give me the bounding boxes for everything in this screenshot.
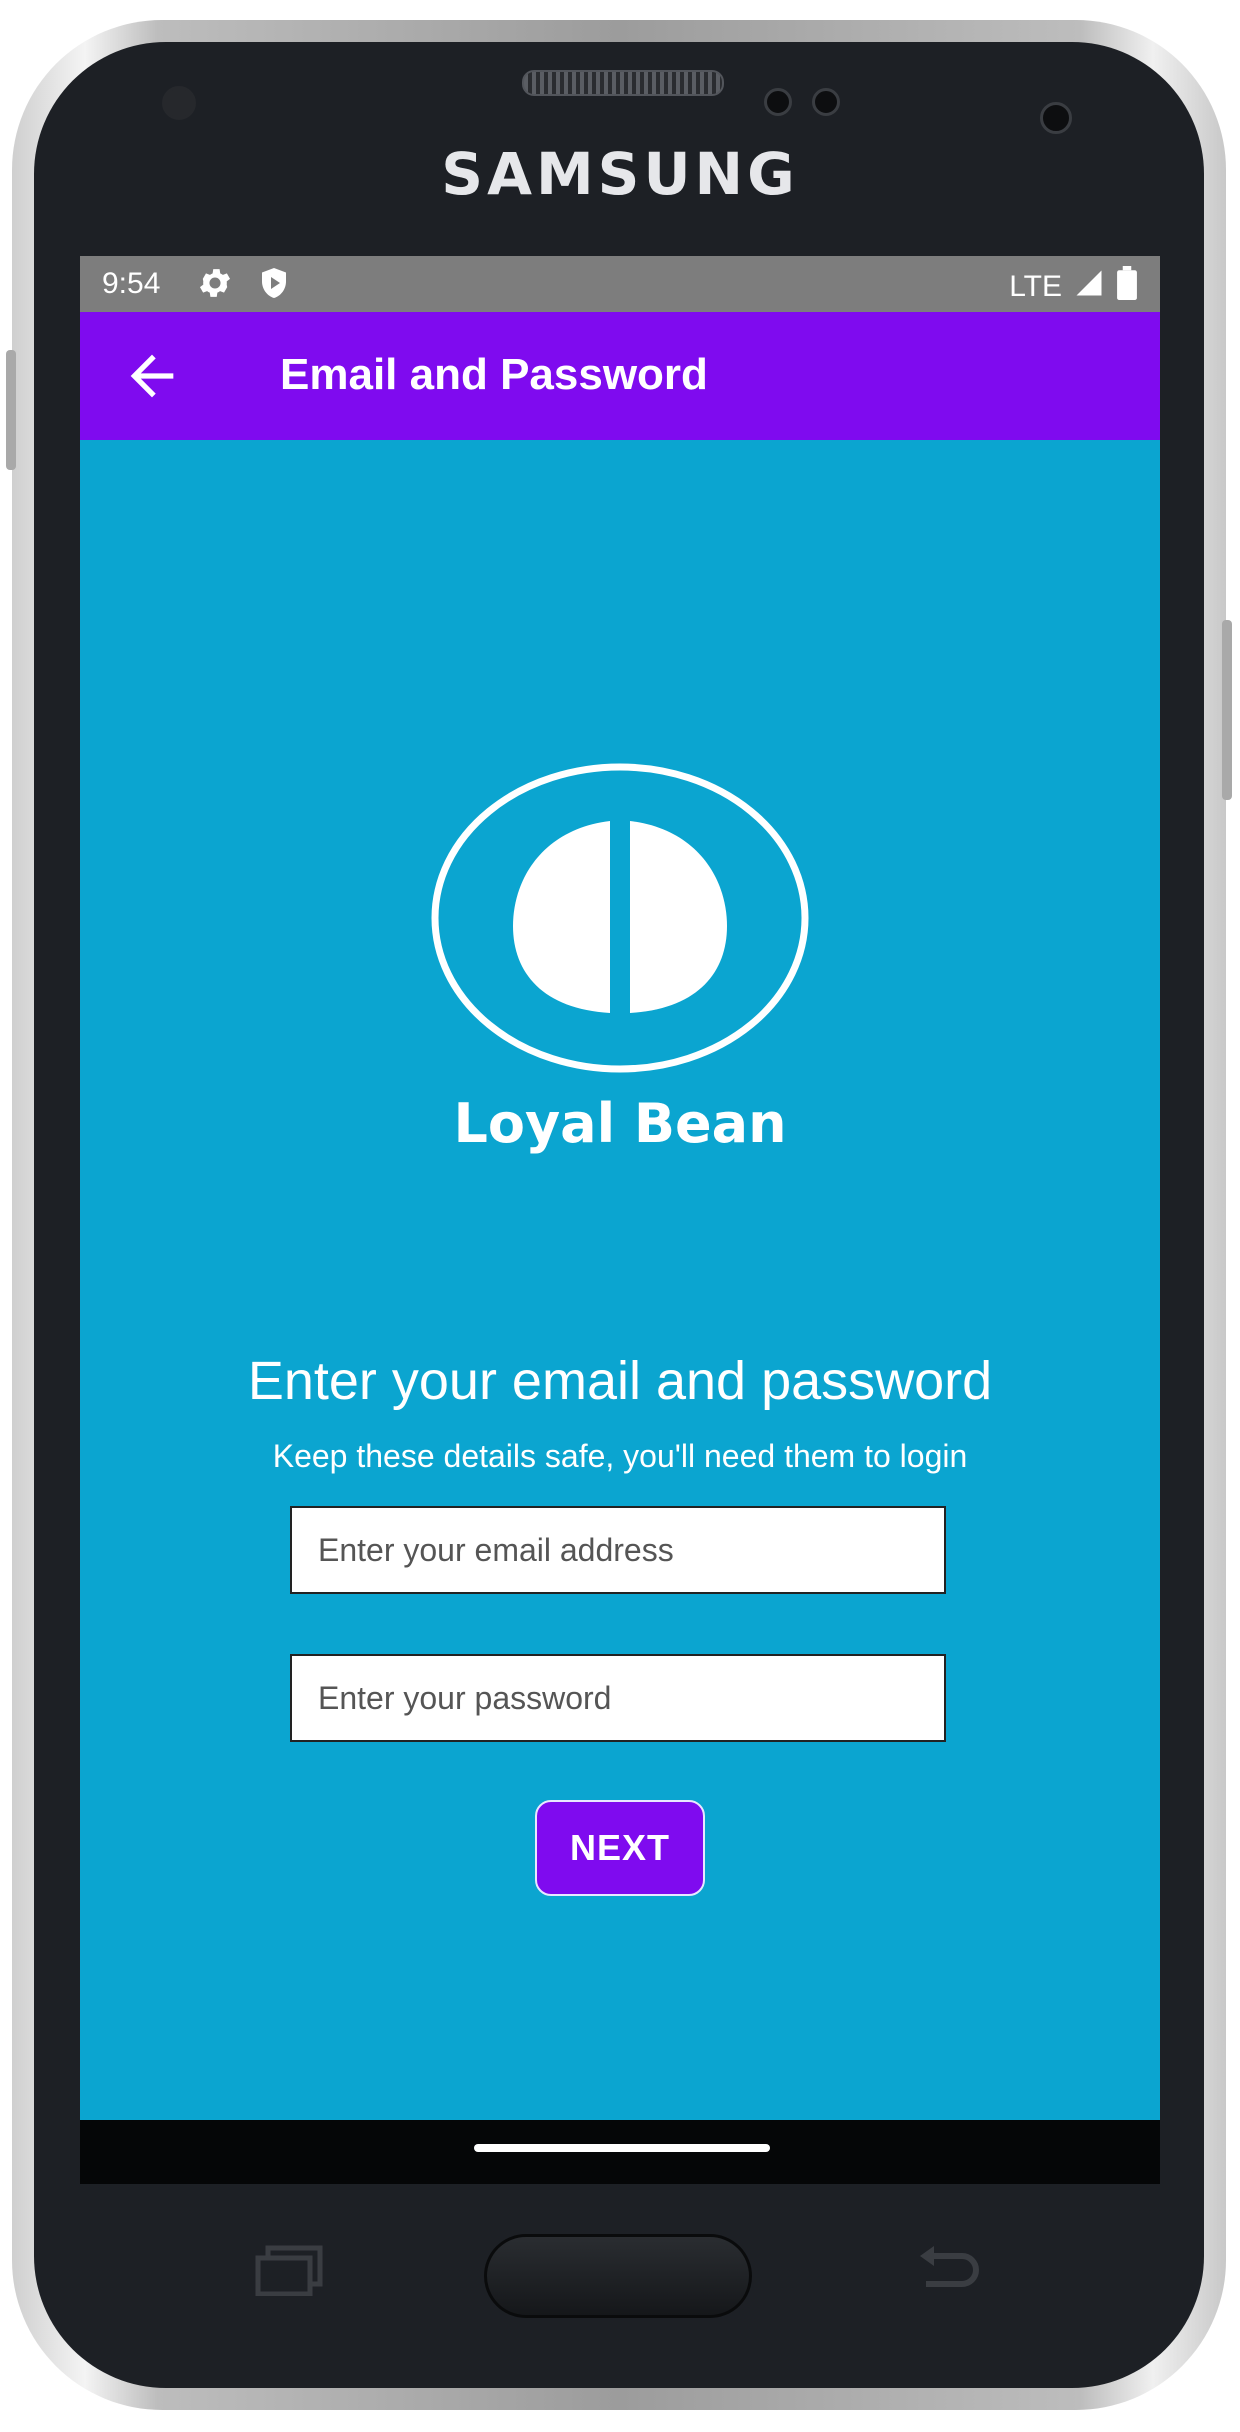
sensor-dot-right xyxy=(812,88,840,116)
gear-icon xyxy=(196,264,234,310)
app-bar-title: Email and Password xyxy=(280,350,708,399)
arrow-left-icon xyxy=(130,354,174,398)
back-button[interactable] xyxy=(120,344,184,408)
email-input[interactable] xyxy=(290,1506,946,1594)
front-camera xyxy=(1040,102,1072,134)
recent-apps-icon[interactable] xyxy=(254,2244,326,2301)
gesture-nav-bar xyxy=(80,2120,1160,2184)
volume-button xyxy=(6,350,16,470)
earpiece-speaker xyxy=(522,70,724,96)
back-key-icon[interactable] xyxy=(912,2242,984,2303)
proximity-sensor xyxy=(162,86,196,120)
shield-icon xyxy=(256,264,292,310)
form-heading: Enter your email and password xyxy=(247,1351,993,1411)
home-key[interactable] xyxy=(484,2234,752,2318)
coffee-bean-logo xyxy=(431,763,809,1073)
status-bar: 9:54 LTE xyxy=(80,256,1160,312)
sensor-dot-left xyxy=(764,88,792,116)
power-button xyxy=(1222,620,1232,800)
form-subheading: Keep these details safe, you'll need the… xyxy=(272,1438,968,1474)
signal-icon xyxy=(1072,268,1106,306)
app-bar: Email and Password xyxy=(80,312,1160,440)
next-button[interactable]: NEXT xyxy=(535,1800,705,1896)
status-right-group: LTE xyxy=(1009,266,1138,308)
network-type: LTE xyxy=(1009,270,1062,303)
app-screen: 9:54 LTE Email and Password Loyal Bean E… xyxy=(80,256,1160,2184)
brand-name: Loyal Bean xyxy=(453,1092,787,1155)
password-input[interactable] xyxy=(290,1654,946,1742)
home-gesture-pill[interactable] xyxy=(474,2144,770,2152)
device-brand-label: SAMSUNG xyxy=(441,140,799,208)
battery-icon xyxy=(1116,266,1138,308)
status-time: 9:54 xyxy=(102,267,161,300)
